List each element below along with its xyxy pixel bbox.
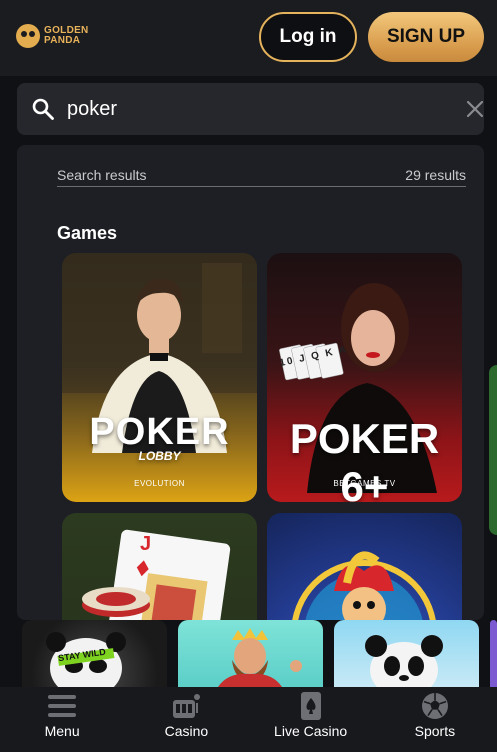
- strip-tile[interactable]: [334, 620, 479, 687]
- bottom-nav: Menu Casino Live Casino Sports: [0, 687, 497, 752]
- search-input[interactable]: [67, 93, 437, 125]
- panda-logo-icon: [16, 24, 40, 48]
- results-header: Search results 29 results: [57, 167, 466, 187]
- search-results-panel: Search results 29 results Games POKER LO…: [17, 145, 484, 620]
- nav-item-casino[interactable]: Casino: [124, 687, 248, 752]
- nav-item-menu[interactable]: Menu: [0, 687, 124, 752]
- strip-tile[interactable]: STAY WILD: [22, 620, 167, 687]
- panda-icon: [365, 635, 443, 687]
- top-header: GOLDEN PANDA Log in SIGN UP: [0, 0, 497, 76]
- carousel-peek: [489, 365, 497, 535]
- nav-item-sports[interactable]: Sports: [373, 687, 497, 752]
- page: GOLDEN PANDA Log in SIGN UP Search resul…: [0, 0, 497, 752]
- playing-card-icon: [300, 692, 321, 720]
- joker-illustration: [292, 551, 436, 620]
- signup-button[interactable]: SIGN UP: [368, 12, 484, 62]
- king-icon: [218, 628, 302, 687]
- search-icon: [32, 98, 54, 120]
- close-icon[interactable]: [465, 99, 485, 119]
- dealer-illustration: [62, 253, 257, 453]
- results-label: Search results: [57, 167, 147, 183]
- soccer-ball-icon: [421, 693, 448, 719]
- results-count: 29 results: [405, 167, 466, 183]
- blackjack-illustration: [82, 529, 231, 620]
- game-card-poker-lobby[interactable]: POKER LOBBY EVOLUTION: [62, 253, 257, 502]
- nav-label: Sports: [414, 723, 456, 739]
- card-letter: J: [140, 533, 152, 555]
- slot-machine-icon: [173, 694, 201, 718]
- nav-label: Casino: [164, 723, 209, 739]
- game-title: POKER 6+: [289, 415, 440, 502]
- logo-text: GOLDEN PANDA: [44, 26, 89, 46]
- game-title: POKER: [89, 411, 230, 453]
- nav-label: Menu: [44, 723, 80, 739]
- game-card-joker[interactable]: [267, 513, 462, 620]
- nav-item-live-casino[interactable]: Live Casino: [249, 687, 373, 752]
- game-subtitle: LOBBY: [138, 449, 181, 463]
- games-heading: Games: [57, 223, 118, 243]
- game-card-poker-6-plus[interactable]: 10 J Q K A POKER 6+ BETGAMES TV: [267, 253, 462, 502]
- strip-tile[interactable]: [178, 620, 323, 687]
- logo-line2: PANDA: [44, 35, 81, 46]
- search-bar: [17, 83, 484, 135]
- game-card-blackjack[interactable]: J: [62, 513, 257, 620]
- strip-tile[interactable]: [490, 620, 497, 687]
- login-button[interactable]: Log in: [259, 12, 357, 62]
- menu-icon: [48, 695, 77, 717]
- game-provider: BETGAMES TV: [333, 479, 396, 488]
- logo[interactable]: GOLDEN PANDA: [16, 24, 89, 48]
- nav-label: Live Casino: [274, 723, 348, 739]
- game-provider: EVOLUTION: [134, 479, 185, 488]
